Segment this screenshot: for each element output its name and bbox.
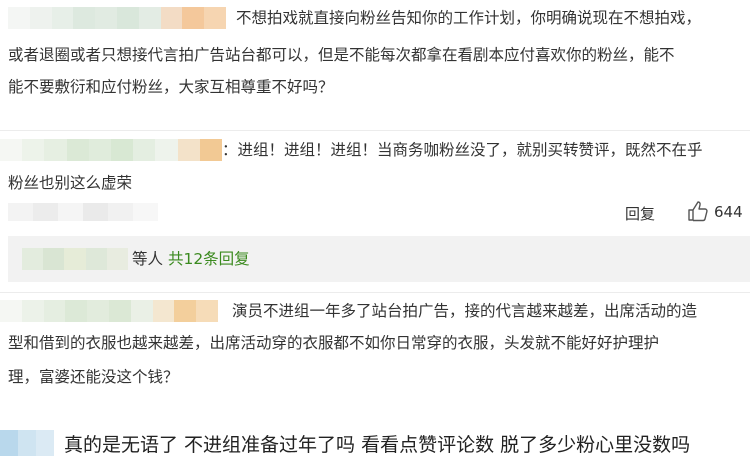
username-mosaic <box>0 300 218 322</box>
view-replies-link[interactable]: 共12条回复 <box>168 250 250 268</box>
username-mosaic <box>8 7 226 29</box>
comment-text-line: 不想拍戏就直接向粉丝告知你的工作计划，你明确说现在不想拍戏， <box>236 9 702 27</box>
username-mosaic <box>22 248 129 270</box>
divider <box>0 292 750 293</box>
comment-text-line: ：进组！进组！进组！当商务咖粉丝没了，就别买转赞评，既然不在乎 <box>222 141 703 159</box>
comment-text-line: 能不要敷衍和应付粉丝，大家互相尊重不好吗？ <box>8 78 334 96</box>
comment-text-line: 真的是无语了 不进组准备过年了吗 看看点赞评论数 脱了多少粉心里没数吗 <box>64 434 691 456</box>
reply-summary-prefix: 等人 <box>132 250 164 268</box>
timestamp-mosaic <box>8 203 158 221</box>
reply-button[interactable]: 回复 <box>625 203 655 224</box>
comment-text-line: 或者退圈或者只想接代言拍广告站台都可以，但是不能每次都拿在看剧本应付喜欢你的粉丝… <box>8 46 675 64</box>
comment-text-line: 型和借到的衣服也越来越差，出席活动穿的衣服都不如你日常穿的衣服，头发就不能好好护… <box>8 334 660 352</box>
comment-text-line: 演员不进组一年多了站台拍广告，接的代言越来越差，出席活动的造 <box>232 302 698 320</box>
like-count: 644 <box>714 203 743 221</box>
comment-text-line: 粉丝也别这么虚荣 <box>8 174 133 192</box>
divider <box>0 130 750 131</box>
comment-text-line: 理，富婆还能没这个钱？ <box>8 368 179 386</box>
username-mosaic <box>0 430 54 456</box>
username-mosaic <box>0 139 223 161</box>
thumbs-up-icon[interactable] <box>688 200 708 222</box>
reply-summary[interactable]: 等人 共12条回复 <box>132 248 250 270</box>
